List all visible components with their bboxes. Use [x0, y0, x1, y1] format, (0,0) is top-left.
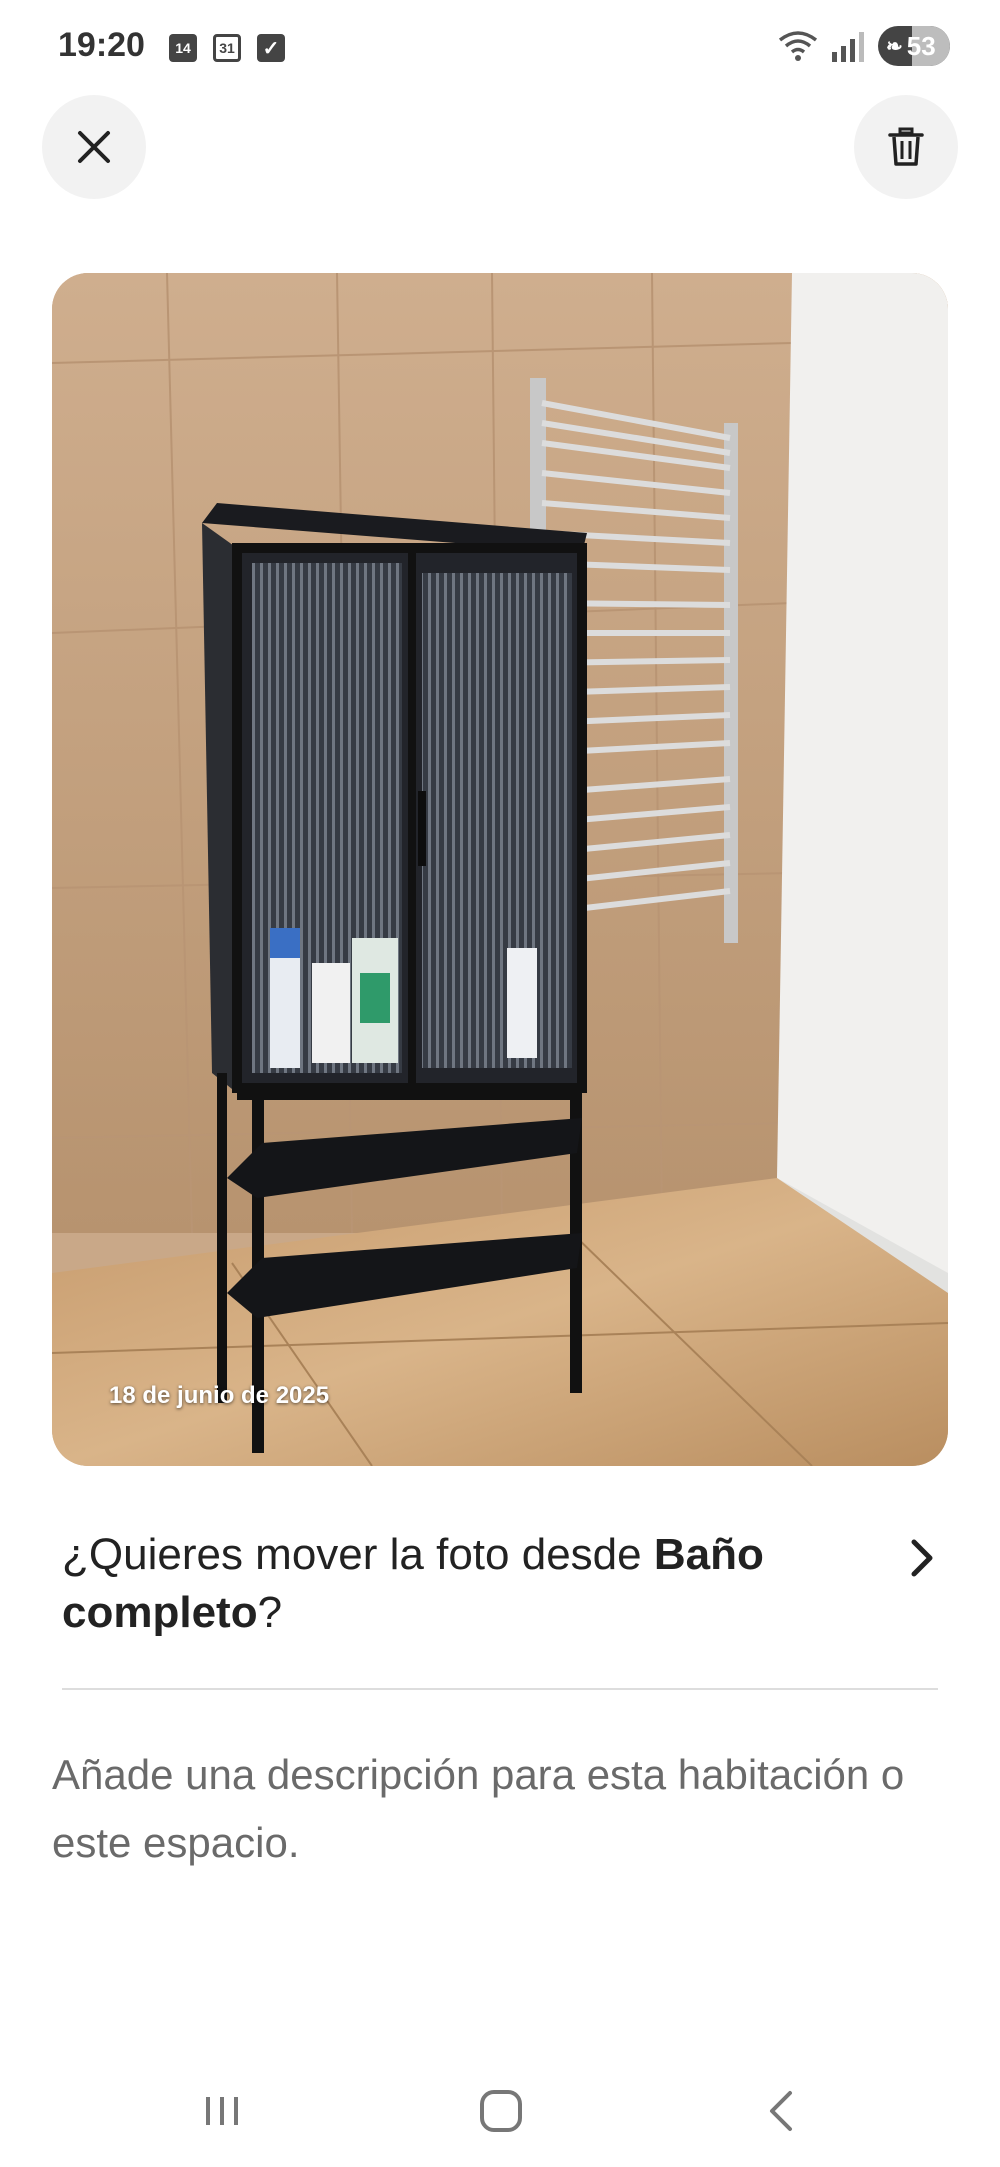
system-nav-bar: [0, 2057, 1000, 2167]
calendar-31-icon: 31: [213, 34, 241, 62]
battery-icon: ❧ 53: [878, 26, 950, 66]
status-time: 19:20: [58, 26, 145, 64]
battery-level: 53: [906, 30, 936, 61]
trash-icon: [888, 127, 924, 166]
chevron-right-icon: [911, 1539, 933, 1577]
room-photo[interactable]: 18 de junio de 2025: [52, 273, 948, 1466]
recents-icon: [206, 2097, 238, 2125]
close-icon: [78, 131, 110, 163]
move-photo-text: ¿Quieres mover la foto desde Baño comple…: [62, 1530, 764, 1637]
delete-button[interactable]: [854, 95, 958, 199]
home-button[interactable]: [471, 2081, 531, 2141]
signal-icon: [832, 32, 864, 62]
recents-button[interactable]: [192, 2081, 252, 2141]
close-button[interactable]: [42, 95, 146, 199]
photo-date: 18 de junio de 2025: [109, 1382, 330, 1409]
description-field[interactable]: Añade una descripción para esta habitaci…: [52, 1741, 952, 1877]
bathroom-cabinet-image: [52, 273, 948, 1466]
checkbox-icon: ✓: [257, 34, 285, 62]
home-icon: [480, 2090, 522, 2132]
back-icon: [770, 2091, 792, 2131]
status-bar: 19:20 14 31 ✓ ❧ 53: [0, 0, 1000, 100]
back-button[interactable]: [752, 2081, 812, 2141]
calendar-14-icon: 14: [169, 34, 197, 62]
status-indicators: ❧ 53: [778, 26, 950, 66]
move-photo-prompt[interactable]: ¿Quieres mover la foto desde Baño comple…: [62, 1526, 942, 1656]
divider: [62, 1688, 938, 1690]
wifi-icon: [778, 31, 818, 61]
